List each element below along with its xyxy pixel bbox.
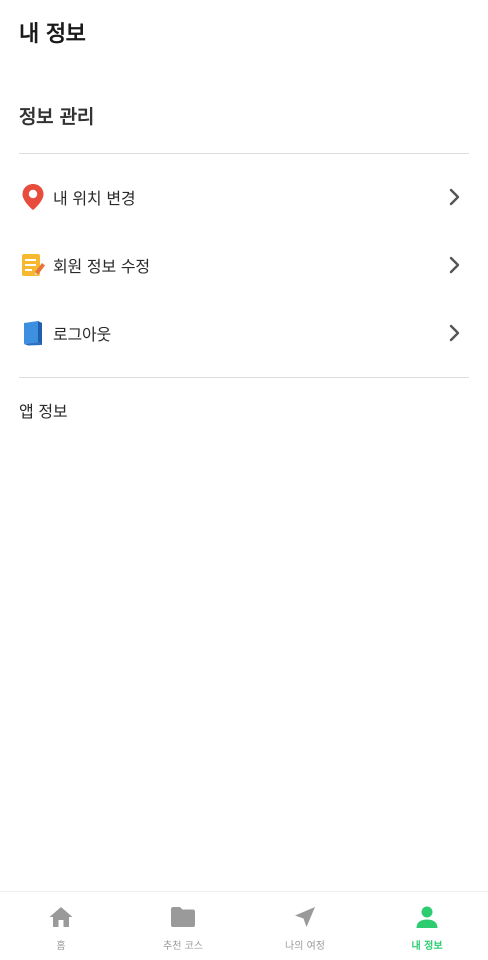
chevron-right-icon	[443, 186, 465, 208]
section-title: 정보 관리	[19, 106, 95, 128]
app-info-link[interactable]: 앱 정보	[19, 398, 68, 422]
nav-item-home[interactable]: 홈	[0, 892, 122, 960]
nav-item-recommended-course[interactable]: 추천 코스	[122, 892, 244, 960]
person-icon	[413, 904, 441, 930]
my-info-screen: 내 정보 정보 관리 내 위치 변경 회원 정보 수정 로그아웃 앱 정보 홈 …	[0, 0, 488, 960]
page-title: 내 정보	[19, 22, 86, 47]
chevron-right-icon	[443, 322, 465, 344]
book-icon	[19, 319, 47, 347]
section-divider-bottom	[19, 377, 469, 378]
nav-label: 추천 코스	[163, 941, 203, 952]
nav-label: 나의 여정	[285, 941, 325, 952]
menu-item-label: 로그아웃	[53, 325, 112, 344]
nav-item-my-info[interactable]: 내 정보	[366, 892, 488, 960]
menu-item-label: 회원 정보 수정	[53, 257, 150, 276]
bottom-nav: 홈 추천 코스 나의 여정 내 정보	[0, 891, 488, 960]
chevron-right-icon	[443, 254, 465, 276]
nav-label: 홈	[56, 941, 66, 952]
folder-icon	[169, 904, 197, 930]
section-divider-top	[19, 153, 469, 154]
menu-item-label: 내 위치 변경	[53, 189, 136, 208]
location-pin-icon	[19, 183, 47, 211]
menu-item-change-location[interactable]: 내 위치 변경	[19, 173, 469, 221]
home-icon	[47, 904, 75, 930]
menu-item-edit-profile[interactable]: 회원 정보 수정	[19, 241, 469, 289]
memo-edit-icon	[19, 251, 47, 279]
navigation-arrow-icon	[291, 904, 319, 930]
menu-item-logout[interactable]: 로그아웃	[19, 309, 469, 357]
nav-item-my-journey[interactable]: 나의 여정	[244, 892, 366, 960]
nav-label: 내 정보	[411, 941, 443, 952]
